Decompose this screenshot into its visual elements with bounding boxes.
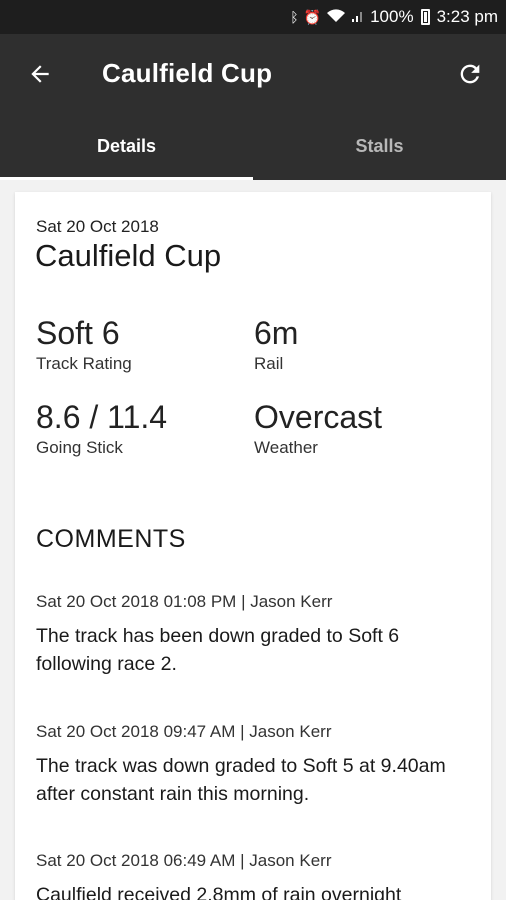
back-button[interactable] xyxy=(22,56,58,92)
comment-item: Sat 20 Oct 2018 06:49 AM | Jason Kerr Ca… xyxy=(36,851,476,900)
comments-heading: COMMENTS xyxy=(36,525,186,553)
bluetooth-icon: ᛒ xyxy=(290,9,299,25)
comment-text: The track was down graded to Soft 5 at 9… xyxy=(36,755,446,805)
race-name: Caulfield Cup xyxy=(35,238,222,273)
track-rating-value: Soft 6 xyxy=(36,315,120,351)
weather-label: Weather xyxy=(254,438,318,458)
rail-value: 6m xyxy=(254,315,299,351)
comment-meta: Sat 20 Oct 2018 06:49 AM | Jason Kerr xyxy=(36,851,332,870)
tab-stalls[interactable]: Stalls xyxy=(253,116,506,180)
comment-item: Sat 20 Oct 2018 01:08 PM | Jason Kerr Th… xyxy=(36,592,476,678)
track-rating-stat: Soft 6 Track Rating xyxy=(36,314,132,374)
battery-icon xyxy=(420,9,430,25)
status-bar: ᛒ ⏰ 100% 3:23 pm xyxy=(0,0,506,34)
clock: 3:23 pm xyxy=(436,7,498,26)
going-stick-value: 8.6 / 11.4 xyxy=(36,399,168,435)
comment-meta: Sat 20 Oct 2018 01:08 PM | Jason Kerr xyxy=(36,592,333,611)
status-icons: ᛒ ⏰ 100% 3:23 pm xyxy=(290,7,498,27)
rail-stat: 6m Rail xyxy=(254,314,298,374)
rail-label: Rail xyxy=(254,354,284,374)
refresh-button[interactable] xyxy=(452,56,488,92)
comment-item: Sat 20 Oct 2018 09:47 AM | Jason Kerr Th… xyxy=(36,722,476,808)
weather-value: Overcast xyxy=(254,399,383,435)
track-rating-label: Track Rating xyxy=(36,354,132,374)
details-card: Sat 20 Oct 2018 Caulfield Cup Soft 6 Tra… xyxy=(15,192,491,900)
arrow-back-icon xyxy=(31,65,49,83)
refresh-icon xyxy=(460,64,480,84)
toolbar: Caulfield Cup xyxy=(0,34,506,116)
battery-percent: 100% xyxy=(370,7,414,26)
page-title: Caulfield Cup xyxy=(102,58,273,88)
alarm-icon: ⏰ xyxy=(303,8,322,25)
going-stick-label: Going Stick xyxy=(36,438,123,458)
tab-details[interactable]: Details xyxy=(0,116,253,180)
app-bar: Caulfield Cup Details Stalls xyxy=(0,34,506,180)
comment-text: Caulfield received 2.8mm of rain overnig… xyxy=(36,884,402,900)
tab-bar: Details Stalls xyxy=(0,116,506,180)
comment-text: The track has been down graded to Soft 6… xyxy=(36,625,400,675)
signal-icon xyxy=(351,9,365,26)
wifi-icon xyxy=(326,8,346,26)
going-stick-stat: 8.6 / 11.4 Going Stick xyxy=(36,398,167,458)
race-date: Sat 20 Oct 2018 xyxy=(36,217,159,236)
comment-meta: Sat 20 Oct 2018 09:47 AM | Jason Kerr xyxy=(36,722,332,741)
weather-stat: Overcast Weather xyxy=(254,398,382,458)
